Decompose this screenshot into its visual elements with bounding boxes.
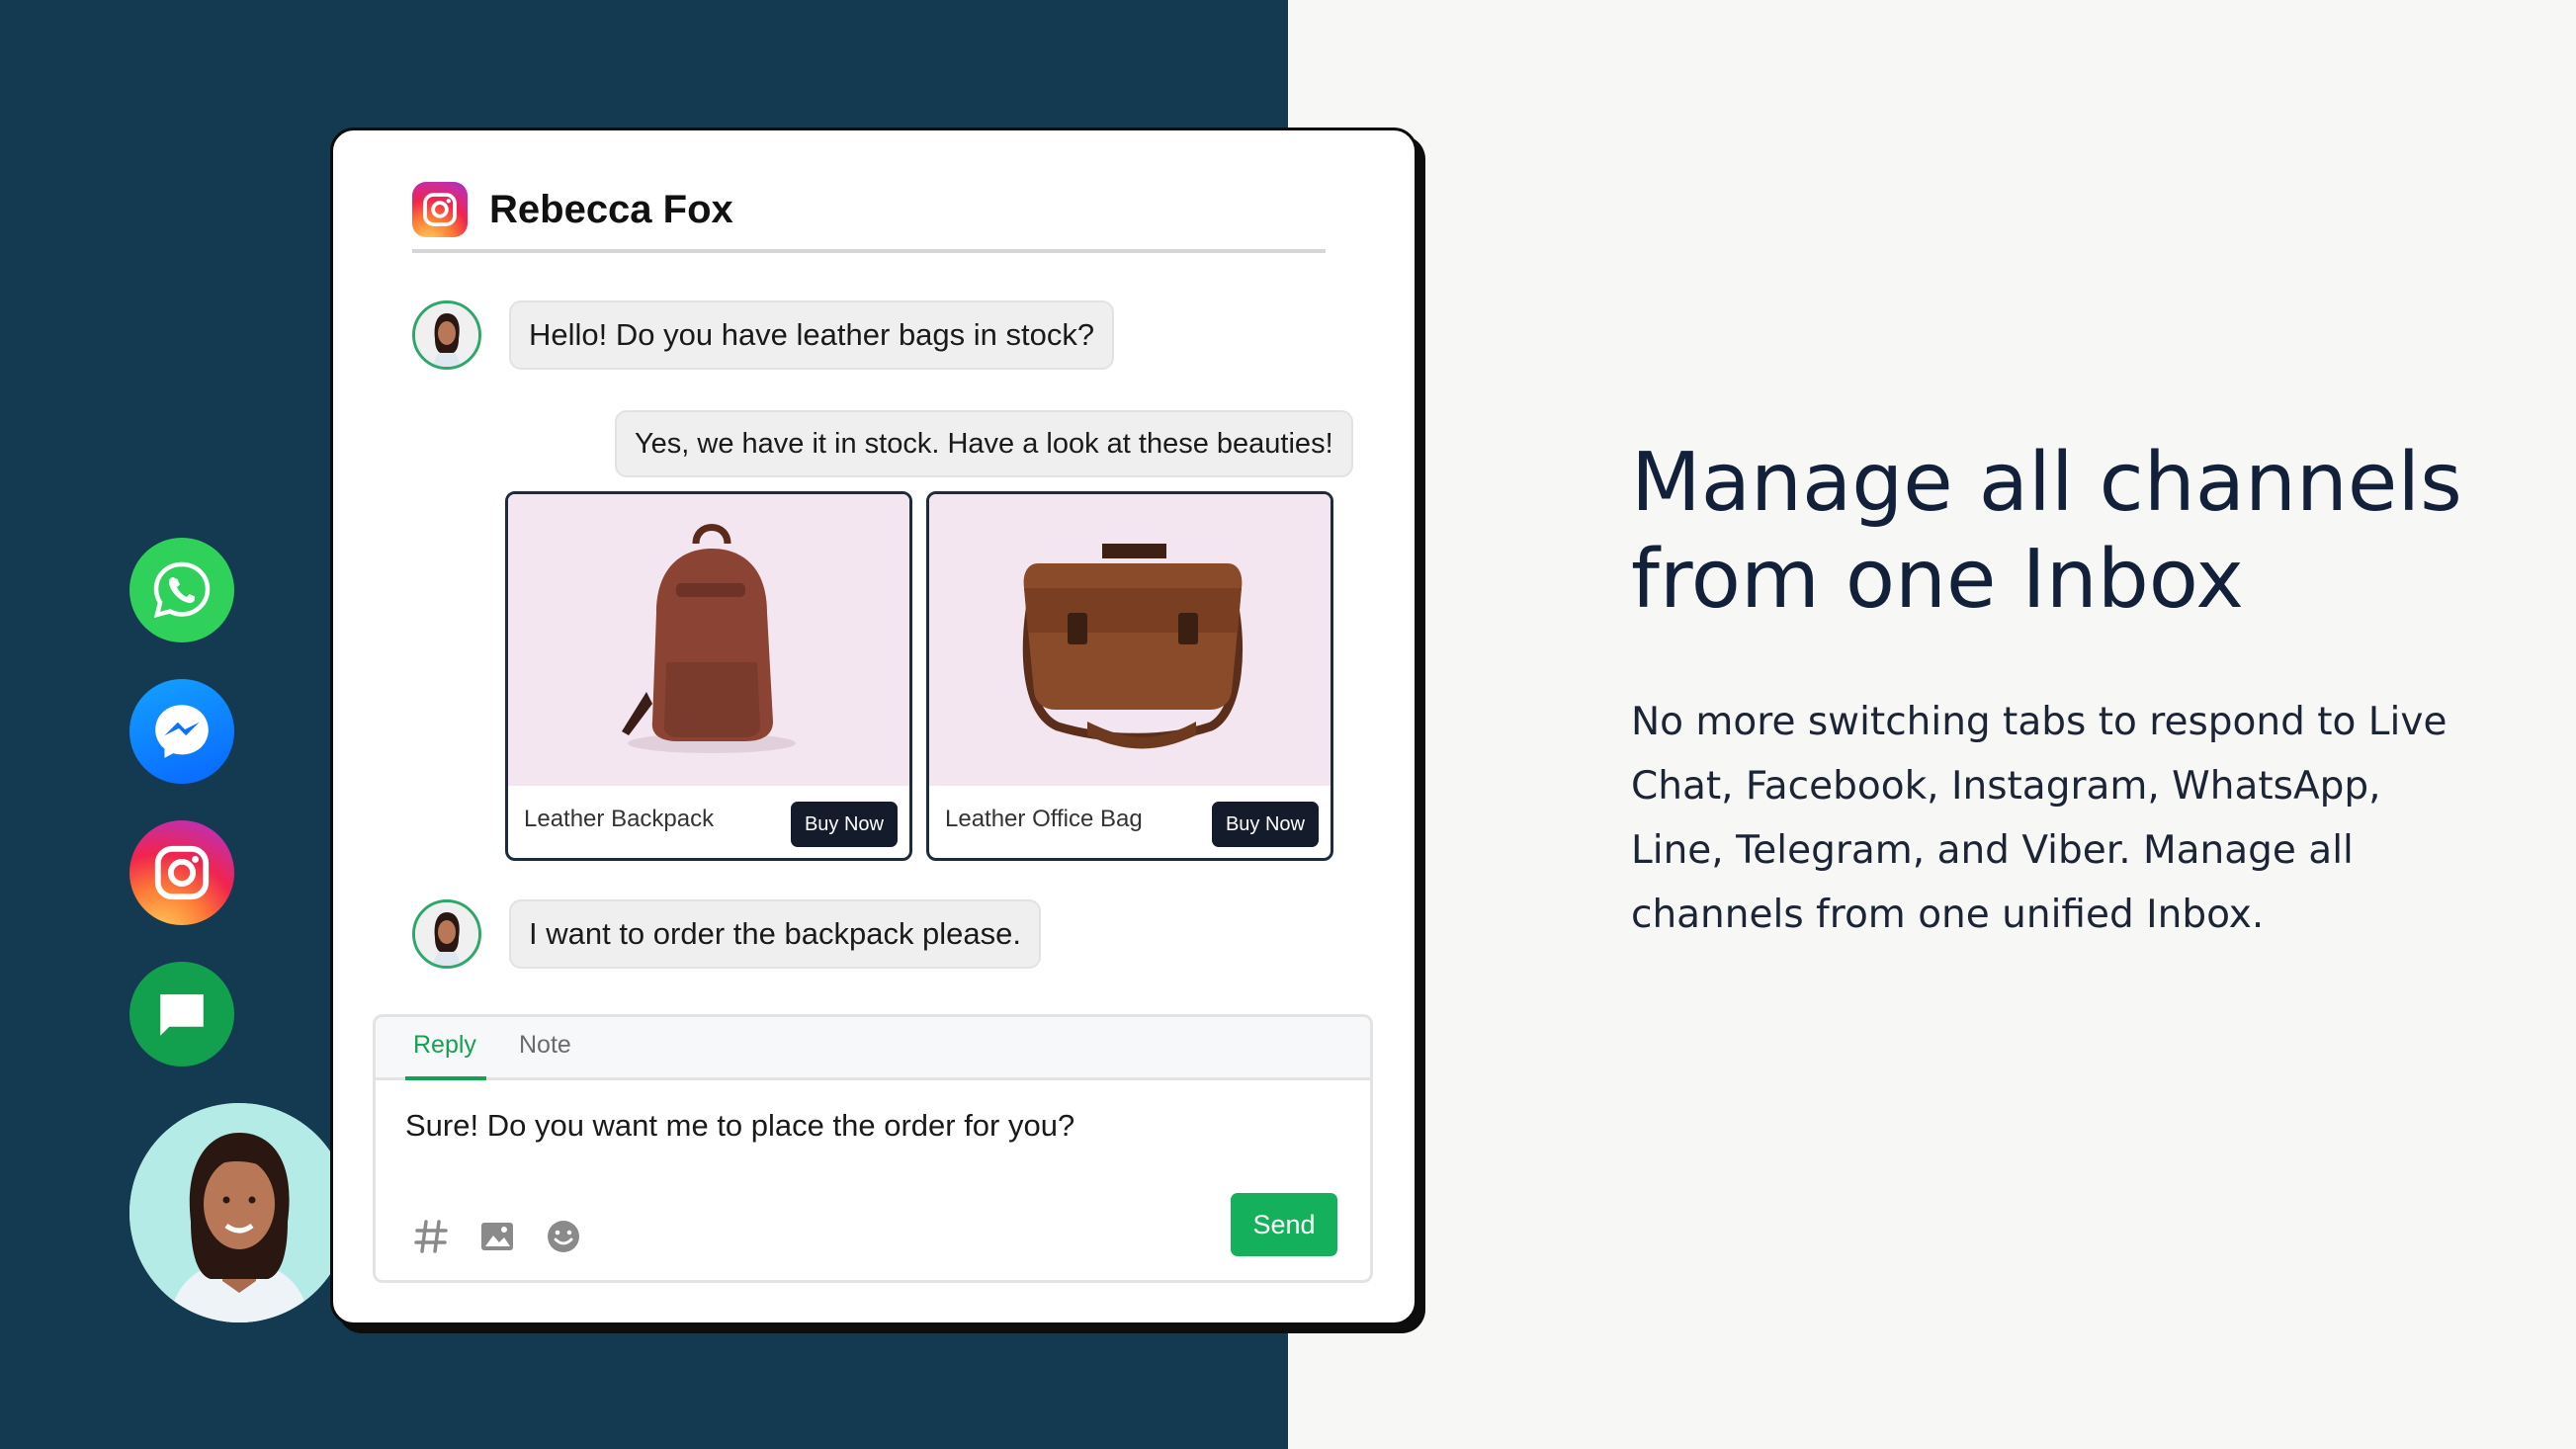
image-icon[interactable] bbox=[477, 1217, 517, 1256]
reply-composer: Reply Note Sure! Do you want me to place… bbox=[373, 1014, 1373, 1283]
contact-name: Rebecca Fox bbox=[489, 187, 733, 231]
product-card: Leather Office Bag Buy Now bbox=[926, 491, 1333, 861]
tab-note[interactable]: Note bbox=[519, 1031, 571, 1060]
tab-reply[interactable]: Reply bbox=[413, 1031, 476, 1060]
customer-avatar bbox=[412, 899, 481, 969]
conversation-card: Rebecca Fox Hello! Do you have leather b… bbox=[330, 128, 1417, 1325]
instagram-icon bbox=[412, 182, 468, 237]
agent-avatar bbox=[129, 1103, 349, 1322]
hashtag-icon[interactable] bbox=[411, 1217, 451, 1256]
customer-avatar bbox=[412, 300, 481, 370]
headline-line: Manage all channels bbox=[1631, 436, 2462, 530]
message-bubble-agent: Yes, we have it in stock. Have a look at… bbox=[615, 410, 1353, 477]
message-bubble-customer: Hello! Do you have leather bags in stock… bbox=[509, 300, 1115, 370]
active-tab-indicator bbox=[405, 1076, 486, 1080]
chat-icon[interactable] bbox=[129, 962, 234, 1066]
product-image-office-bag bbox=[929, 494, 1331, 786]
reply-input[interactable]: Sure! Do you want me to place the order … bbox=[405, 1108, 1074, 1144]
instagram-icon[interactable] bbox=[129, 820, 234, 925]
product-card: Leather Backpack Buy Now bbox=[505, 491, 912, 861]
body-line: channels from one unified Inbox. bbox=[1631, 893, 2265, 937]
product-name: Leather Backpack bbox=[524, 806, 715, 832]
messenger-icon[interactable] bbox=[129, 679, 234, 784]
product-name: Leather Office Bag bbox=[945, 806, 1143, 832]
headline: Manage all channels from one Inbox bbox=[1631, 435, 2462, 629]
emoji-icon[interactable] bbox=[544, 1217, 583, 1256]
composer-tabs: Reply Note bbox=[376, 1017, 1370, 1080]
message-bubble-customer: I want to order the backpack please. bbox=[509, 899, 1042, 969]
body-line: Chat, Facebook, Instagram, WhatsApp, bbox=[1631, 764, 2381, 809]
send-button[interactable]: Send bbox=[1231, 1193, 1337, 1256]
headline-line: from one Inbox bbox=[1631, 533, 2244, 627]
body-line: No more switching tabs to respond to Liv… bbox=[1631, 700, 2447, 744]
whatsapp-icon[interactable] bbox=[129, 538, 234, 642]
buy-now-button[interactable]: Buy Now bbox=[790, 802, 898, 847]
body-copy: No more switching tabs to respond to Liv… bbox=[1631, 690, 2447, 947]
body-line: Line, Telegram, and Viber. Manage all bbox=[1631, 828, 2354, 873]
buy-now-button[interactable]: Buy Now bbox=[1211, 802, 1319, 847]
conversation-header: Rebecca Fox bbox=[412, 170, 1326, 253]
product-image-backpack bbox=[508, 494, 909, 786]
